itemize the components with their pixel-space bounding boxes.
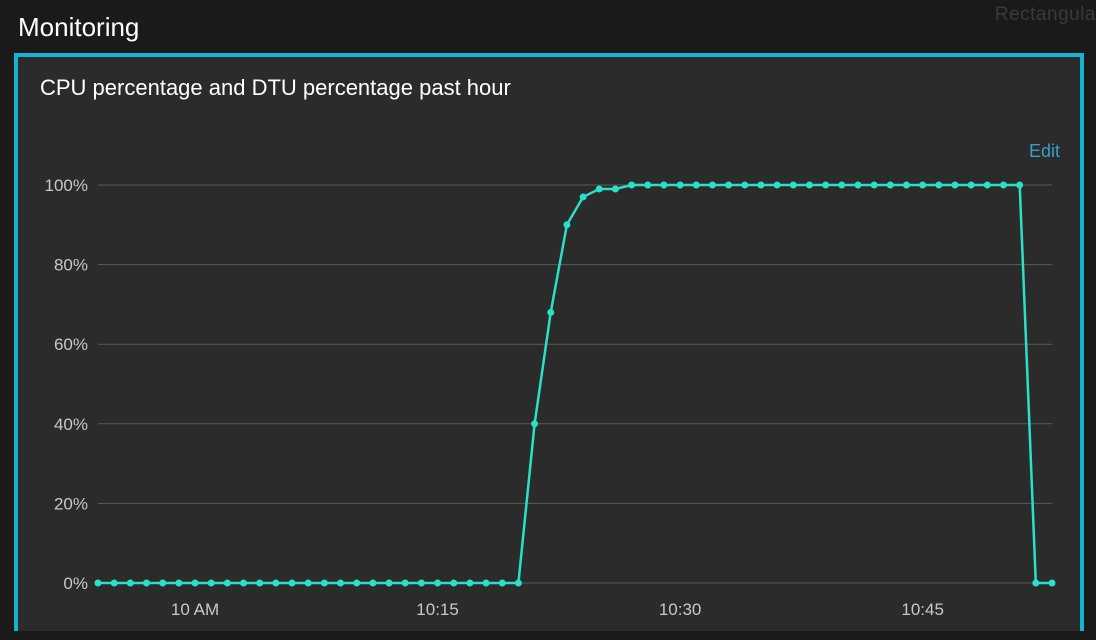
series-point: [95, 580, 102, 587]
y-axis-tick-label: 100%: [45, 177, 88, 195]
series-point: [305, 580, 312, 587]
chart-svg: 0% 20% 40% 60% 80% 100% 10 AM 10:15 10:30 10:45: [38, 177, 1060, 635]
series-point: [143, 580, 150, 587]
series-point: [596, 185, 603, 192]
series-point: [968, 182, 975, 189]
series-point: [531, 420, 538, 427]
series-point: [741, 182, 748, 189]
series-line-cpu: [98, 185, 1052, 583]
series-point: [483, 580, 490, 587]
x-axis-tick-label: 10:15: [416, 600, 459, 619]
series-point: [757, 182, 764, 189]
series-point: [822, 182, 829, 189]
series-point: [628, 182, 635, 189]
series-point: [208, 580, 215, 587]
series-point: [515, 580, 522, 587]
series-point: [677, 182, 684, 189]
series-point: [402, 580, 409, 587]
series-point: [709, 182, 716, 189]
series-point: [919, 182, 926, 189]
series-point: [127, 580, 134, 587]
edit-link[interactable]: Edit: [1029, 141, 1060, 162]
x-axis-tick-label: 10:45: [901, 600, 944, 619]
series-point: [887, 182, 894, 189]
series-point: [450, 580, 457, 587]
series-point: [1032, 580, 1039, 587]
series-point: [369, 580, 376, 587]
series-point: [159, 580, 166, 587]
y-axis-tick-label: 60%: [54, 335, 88, 354]
series-point: [256, 580, 263, 587]
series-point: [224, 580, 231, 587]
series-point: [466, 580, 473, 587]
x-axis-tick-label: 10 AM: [171, 600, 219, 619]
series-point: [1000, 182, 1007, 189]
series-point: [547, 309, 554, 316]
series-point: [434, 580, 441, 587]
y-axis-tick-label: 20%: [54, 494, 88, 513]
series-point: [386, 580, 393, 587]
series-point: [289, 580, 296, 587]
chart-card: CPU percentage and DTU percentage past h…: [14, 53, 1084, 631]
series-point: [612, 185, 619, 192]
series-point: [644, 182, 651, 189]
series-point: [499, 580, 506, 587]
x-axis-tick-label: 10:30: [659, 600, 702, 619]
series-point: [192, 580, 199, 587]
series-point: [871, 182, 878, 189]
page-title: Monitoring: [0, 0, 1096, 53]
series-point: [951, 182, 958, 189]
series-point: [353, 580, 360, 587]
y-axis-tick-label: 40%: [54, 415, 88, 434]
series-point: [111, 580, 118, 587]
series-point: [418, 580, 425, 587]
series-point: [854, 182, 861, 189]
series-point: [774, 182, 781, 189]
chart-title: CPU percentage and DTU percentage past h…: [18, 57, 1080, 107]
series-point: [337, 580, 344, 587]
series-point: [806, 182, 813, 189]
series-point: [1016, 182, 1023, 189]
chart-plot: 0% 20% 40% 60% 80% 100% 10 AM 10:15 10:30 10:45: [38, 177, 1060, 631]
series-point: [240, 580, 247, 587]
series-point: [563, 221, 570, 228]
series-point: [1049, 580, 1056, 587]
series-point: [175, 580, 182, 587]
y-axis-tick-label: 80%: [54, 256, 88, 275]
y-axis-tick-label: 0%: [63, 574, 88, 593]
series-point: [984, 182, 991, 189]
series-point: [838, 182, 845, 189]
series-point: [321, 580, 328, 587]
series-point: [693, 182, 700, 189]
series-point: [903, 182, 910, 189]
series-point: [272, 580, 279, 587]
series-point: [725, 182, 732, 189]
series-point: [580, 193, 587, 200]
series-point: [660, 182, 667, 189]
series-point: [935, 182, 942, 189]
series-point: [790, 182, 797, 189]
